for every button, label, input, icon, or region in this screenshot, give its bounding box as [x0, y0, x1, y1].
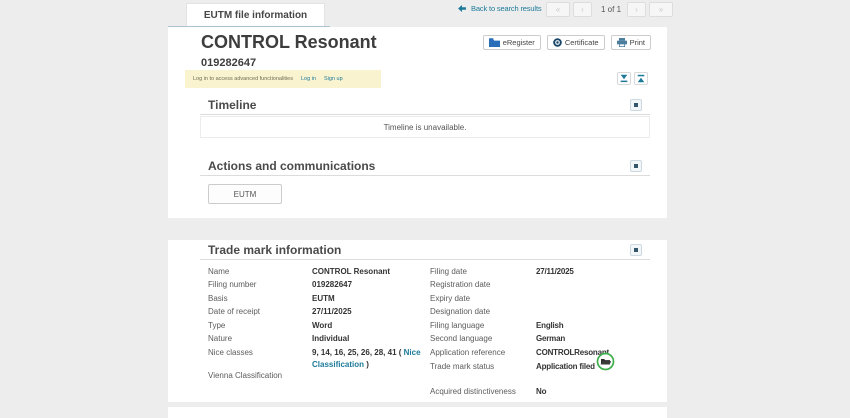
prev-page-button[interactable]: ‹	[573, 2, 592, 17]
actions-section: Actions and communications EUTM	[200, 159, 650, 204]
eregister-label: eRegister	[503, 38, 535, 47]
info-row-filing-number: Filing number019282647	[208, 279, 430, 293]
info-row-designation-date: Designation date	[430, 306, 650, 320]
timeline-collapse-button[interactable]	[630, 99, 642, 111]
timeline-heading: Timeline	[208, 99, 650, 112]
page-indicator: 1 of 1	[601, 5, 621, 14]
info-row-spacer	[430, 374, 650, 386]
application-filed-status-icon	[596, 352, 615, 371]
info-row-application-reference: Application referenceCONTROLResonant	[430, 347, 650, 361]
next-page-button[interactable]: ›	[627, 2, 646, 17]
actions-collapse-button[interactable]	[630, 160, 642, 172]
eutm-tab-button[interactable]: EUTM	[208, 184, 282, 204]
signup-link[interactable]: Sign up	[324, 76, 343, 82]
info-row-name: NameCONTROL Resonant	[208, 266, 430, 280]
collapse-icon	[634, 248, 638, 252]
info-row-nice-classes: Nice classes9, 14, 16, 25, 26, 28, 41 ( …	[208, 347, 430, 370]
info-row-basis: BasisEUTM	[208, 293, 430, 307]
collapse-all-button[interactable]	[617, 72, 631, 85]
trademark-info-left-column: NameCONTROL Resonant Filing number019282…	[208, 266, 430, 400]
login-link[interactable]: Log in	[301, 76, 316, 82]
certificate-seal-icon	[553, 38, 562, 47]
eregister-button[interactable]: eRegister	[483, 35, 541, 50]
file-header-card: CONTROL Resonant 019282647 eRegister Cer…	[168, 27, 667, 218]
first-page-button[interactable]: «	[546, 2, 570, 17]
info-row-registration-date: Registration date	[430, 279, 650, 293]
info-row-filing-date: Filing date27/11/2025	[430, 266, 650, 280]
info-row-trademark-status: Trade mark statusApplication filed	[430, 361, 650, 375]
back-to-search-results-link[interactable]: Back to search results	[458, 4, 541, 13]
back-arrow-icon	[458, 5, 466, 12]
trademark-info-heading: Trade mark information	[208, 244, 650, 257]
info-row-vienna-classification: Vienna Classification	[208, 370, 430, 384]
trademark-info-section: Trade mark information NameCONTROL Reson…	[200, 243, 650, 399]
info-row-filing-language: Filing languageEnglish	[430, 320, 650, 334]
folder-icon	[489, 38, 500, 47]
timeline-section: Timeline Timeline is unavailable.	[200, 98, 650, 138]
expand-all-icon	[637, 74, 645, 83]
info-row-date-of-receipt: Date of receipt27/11/2025	[208, 306, 430, 320]
expand-collapse-controls	[617, 72, 648, 85]
back-label: Back to search results	[471, 4, 541, 13]
pagination: « ‹ 1 of 1 › »	[546, 2, 676, 17]
collapse-all-icon	[620, 74, 628, 83]
timeline-unavailable-message: Timeline is unavailable.	[200, 116, 650, 138]
collapse-icon	[634, 164, 638, 168]
print-button[interactable]: Print	[611, 35, 651, 50]
actions-heading: Actions and communications	[208, 160, 650, 173]
trademark-info-right-column: Filing date27/11/2025 Registration date …	[430, 266, 650, 400]
tab-eutm-file-information[interactable]: EUTM file information	[186, 3, 325, 27]
trademark-info-card: Trade mark information NameCONTROL Reson…	[168, 240, 667, 402]
info-row-expiry-date: Expiry date	[430, 293, 650, 307]
info-row-second-language: Second languageGerman	[430, 333, 650, 347]
trademark-title: CONTROL Resonant	[201, 32, 377, 53]
login-banner-text: Log in to access advanced functionalitie…	[193, 76, 293, 82]
trademark-info-collapse-button[interactable]	[630, 244, 642, 256]
header-actions: eRegister Certificate Print	[483, 35, 651, 50]
collapse-icon	[634, 103, 638, 107]
info-row-nature: NatureIndividual	[208, 333, 430, 347]
printer-icon	[617, 38, 627, 47]
print-label: Print	[630, 38, 645, 47]
certificate-button[interactable]: Certificate	[547, 35, 605, 50]
certificate-label: Certificate	[565, 38, 599, 47]
login-banner: Log in to access advanced functionalitie…	[185, 70, 381, 88]
info-row-type: TypeWord	[208, 320, 430, 334]
expand-all-button[interactable]	[634, 72, 648, 85]
last-page-button[interactable]: »	[649, 2, 673, 17]
next-section-card	[168, 407, 667, 418]
trademark-number: 019282647	[201, 57, 256, 69]
info-row-acquired-distinctiveness: Acquired distinctivenessNo	[430, 386, 650, 400]
